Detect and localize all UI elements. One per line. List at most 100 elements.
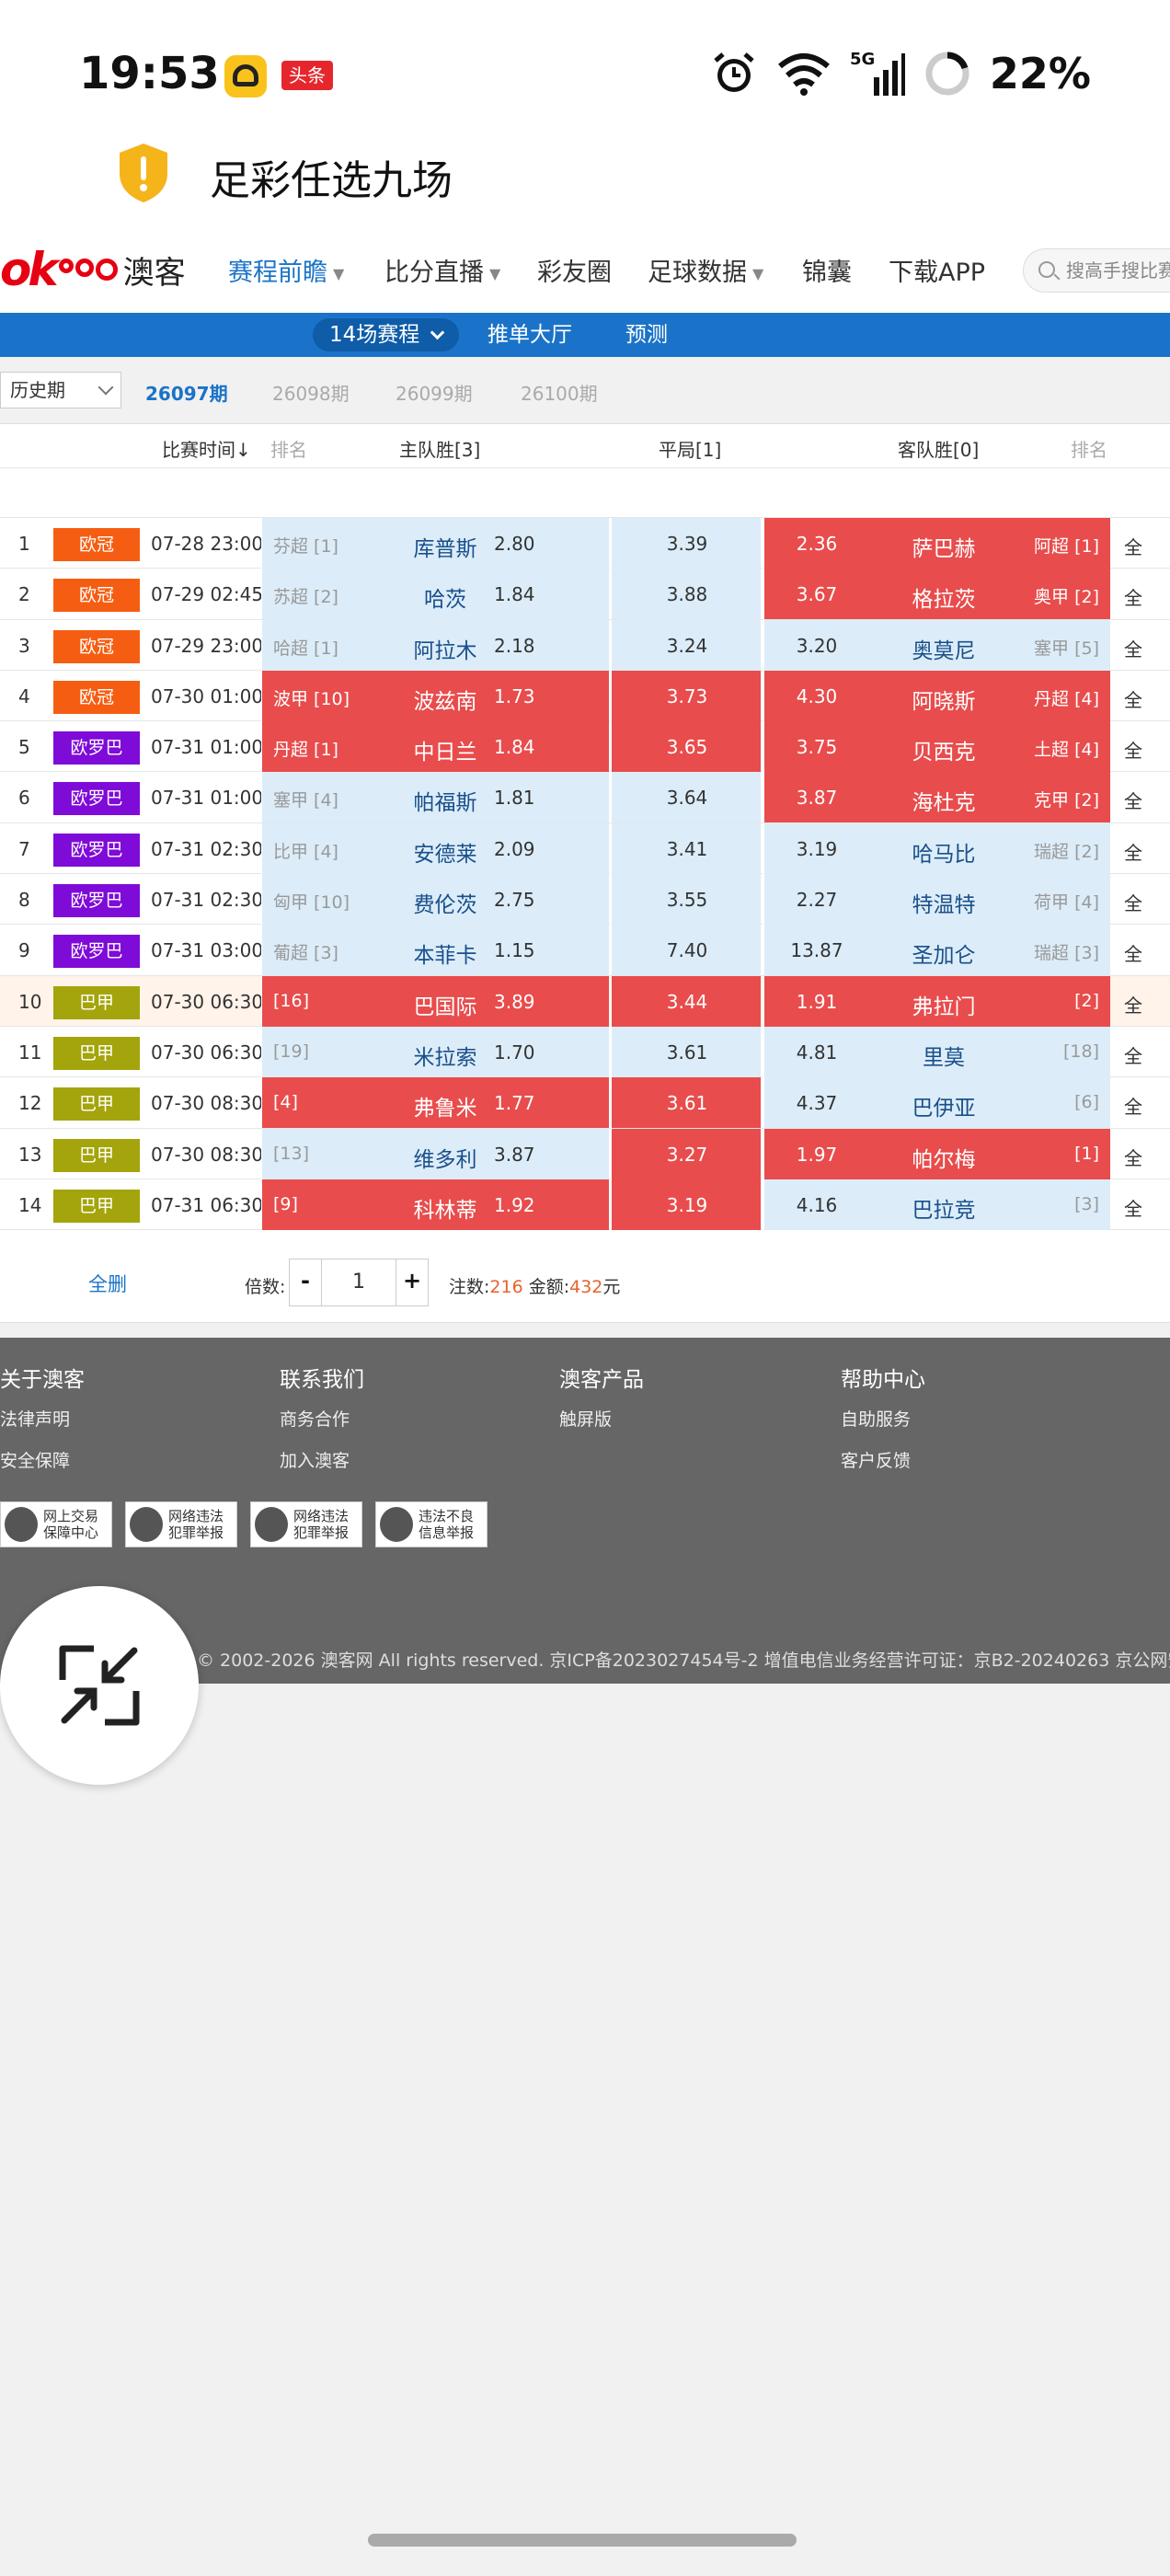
- history-period-select[interactable]: 历史期: [0, 372, 121, 408]
- nav-item-live-score[interactable]: 比分直播 ▼: [384, 252, 500, 288]
- select-all-button[interactable]: 全: [1124, 1092, 1142, 1119]
- tab-14-matches[interactable]: 14场赛程: [313, 318, 459, 351]
- home-win-option[interactable]: 葡超 [3] 本菲卡 1.15: [261, 925, 609, 976]
- select-all-button[interactable]: 全: [1124, 838, 1142, 865]
- draw-option[interactable]: 3.41: [610, 822, 761, 874]
- nav-item-schedule[interactable]: 赛程前瞻 ▼: [228, 252, 344, 288]
- plus-button[interactable]: +: [396, 1259, 428, 1305]
- draw-option[interactable]: 3.61: [610, 1026, 761, 1077]
- footer-link[interactable]: 安全保障: [0, 1447, 85, 1472]
- draw-odds: 3.73: [666, 684, 708, 707]
- select-all-button[interactable]: 全: [1124, 685, 1142, 712]
- trust-badge[interactable]: 网上交易 保障中心: [0, 1501, 112, 1547]
- draw-option[interactable]: 3.88: [610, 569, 761, 620]
- home-win-option[interactable]: 波甲 [10] 波兹南 1.73: [261, 670, 609, 721]
- trust-badge[interactable]: 网络违法 犯罪举报: [250, 1501, 362, 1547]
- select-all-button[interactable]: 全: [1124, 533, 1142, 559]
- home-win-option[interactable]: [9] 科林蒂 1.92: [261, 1179, 609, 1230]
- trust-badge[interactable]: 网络违法 犯罪举报: [125, 1501, 237, 1547]
- home-win-option[interactable]: 苏超 [2] 哈茨 1.84: [261, 569, 609, 620]
- select-all-button[interactable]: 全: [1124, 635, 1142, 661]
- multiplier-input[interactable]: 1: [321, 1259, 396, 1305]
- header-time[interactable]: 比赛时间↓: [162, 435, 251, 462]
- away-win-option[interactable]: 4.81 里莫 [18]: [763, 1026, 1110, 1077]
- select-all-button[interactable]: 全: [1124, 1041, 1142, 1068]
- draw-option[interactable]: 3.73: [610, 670, 761, 721]
- away-win-option[interactable]: 3.67 格拉茨 奥甲 [2]: [763, 569, 1110, 620]
- away-win-option[interactable]: 3.19 哈马比 瑞超 [2]: [763, 822, 1110, 874]
- draw-option[interactable]: 3.27: [610, 1128, 761, 1179]
- footer-link[interactable]: 加入澳客: [280, 1447, 364, 1472]
- status-bar: 19:53 头条 5G 22%: [0, 0, 1170, 147]
- select-all-button[interactable]: 全: [1124, 991, 1142, 1018]
- home-win-option[interactable]: [13] 维多利 3.87: [261, 1128, 609, 1179]
- away-win-option[interactable]: 4.16 巴拉竞 [3]: [763, 1179, 1110, 1230]
- draw-option[interactable]: 3.24: [610, 619, 761, 671]
- table-row: 13 巴甲 07-30 08:30 [13] 维多利 3.87 3.27 1.97 帕尔梅 [1]…: [0, 1128, 1170, 1179]
- footer-link[interactable]: 客户反馈: [841, 1447, 925, 1472]
- minus-button[interactable]: -: [290, 1259, 321, 1305]
- period-26097[interactable]: 26097期: [145, 379, 228, 406]
- select-all-button[interactable]: 全: [1124, 583, 1142, 610]
- draw-option[interactable]: 3.55: [610, 874, 761, 926]
- away-win-option[interactable]: 3.20 奥莫尼 塞甲 [5]: [763, 619, 1110, 671]
- draw-option[interactable]: 3.65: [610, 721, 761, 773]
- tab-prediction[interactable]: 预测: [625, 313, 668, 357]
- home-win-option[interactable]: [19] 米拉索 1.70: [261, 1026, 609, 1077]
- nav-item-download-app[interactable]: 下载APP: [889, 252, 985, 288]
- draw-option[interactable]: 3.39: [610, 518, 761, 569]
- footer-link[interactable]: 法律声明: [0, 1406, 85, 1431]
- draw-option[interactable]: 3.64: [610, 772, 761, 823]
- draw-odds: 3.24: [666, 634, 708, 657]
- select-all-button[interactable]: 全: [1124, 736, 1142, 763]
- home-indicator[interactable]: [368, 2534, 797, 2547]
- away-win-option[interactable]: 4.37 巴伊亚 [6]: [763, 1077, 1110, 1129]
- home-win-option[interactable]: 匈甲 [10] 费伦茨 2.75: [261, 874, 609, 926]
- period-26100[interactable]: 26100期: [521, 379, 598, 406]
- clear-all-button[interactable]: 全删: [88, 1270, 127, 1297]
- footer-link[interactable]: 自助服务: [841, 1406, 925, 1431]
- away-win-option[interactable]: 2.36 萨巴赫 阿超 [1]: [763, 518, 1110, 569]
- nav-item-tips[interactable]: 锦囊: [802, 252, 852, 288]
- amount-unit: 元: [602, 1277, 621, 1297]
- draw-option[interactable]: 7.40: [610, 925, 761, 976]
- away-win-option[interactable]: 1.91 弗拉门 [2]: [763, 975, 1110, 1027]
- nav-item-football-data[interactable]: 足球数据 ▼: [648, 252, 763, 288]
- home-win-option[interactable]: 丹超 [1] 中日兰 1.84: [261, 721, 609, 773]
- period-26098[interactable]: 26098期: [272, 379, 350, 406]
- home-odds: 1.15: [494, 939, 535, 962]
- away-win-option[interactable]: 2.27 特温特 荷甲 [4]: [763, 874, 1110, 926]
- period-26099[interactable]: 26099期: [396, 379, 473, 406]
- trust-badge[interactable]: 违法不良 信息举报: [375, 1501, 488, 1547]
- select-all-button[interactable]: 全: [1124, 939, 1142, 966]
- away-win-option[interactable]: 4.30 阿晓斯 丹超 [4]: [763, 670, 1110, 721]
- home-win-option[interactable]: 芬超 [1] 库普斯 2.80: [261, 518, 609, 569]
- minimize-float-button[interactable]: [0, 1586, 199, 1785]
- home-win-option[interactable]: [16] 巴国际 3.89: [261, 975, 609, 1027]
- away-win-option[interactable]: 3.87 海杜克 克甲 [2]: [763, 772, 1110, 823]
- away-win-option[interactable]: 1.97 帕尔梅 [1]: [763, 1128, 1110, 1179]
- match-time: 07-29 23:00: [151, 634, 264, 657]
- nav-item-community[interactable]: 彩友圈: [537, 252, 612, 288]
- select-all-button[interactable]: 全: [1124, 787, 1142, 813]
- match-index: 5: [18, 736, 30, 759]
- home-win-option[interactable]: [4] 弗鲁米 1.77: [261, 1077, 609, 1129]
- draw-option[interactable]: 3.19: [610, 1179, 761, 1230]
- shield-warning-icon: [120, 144, 167, 202]
- select-all-button[interactable]: 全: [1124, 1144, 1142, 1170]
- home-win-option[interactable]: 塞甲 [4] 帕福斯 1.81: [261, 772, 609, 823]
- okooo-logo[interactable]: ok 澳客: [0, 243, 186, 296]
- tab-recommend-hall[interactable]: 推单大厅: [488, 313, 572, 357]
- away-win-option[interactable]: 13.87 圣加仑 瑞超 [3]: [763, 925, 1110, 976]
- away-win-option[interactable]: 3.75 贝西克 土超 [4]: [763, 721, 1110, 773]
- draw-option[interactable]: 3.61: [610, 1077, 761, 1129]
- home-win-option[interactable]: 比甲 [4] 安德莱 2.09: [261, 822, 609, 874]
- home-win-option[interactable]: 哈超 [1] 阿拉木 2.18: [261, 619, 609, 671]
- draw-option[interactable]: 3.44: [610, 975, 761, 1027]
- footer-link[interactable]: 商务合作: [280, 1406, 364, 1431]
- select-all-button[interactable]: 全: [1124, 889, 1142, 915]
- search-input[interactable]: 搜高手搜比赛: [1023, 248, 1170, 293]
- report-e-icon: [380, 1507, 413, 1542]
- footer-link[interactable]: 触屏版: [559, 1406, 644, 1431]
- select-all-button[interactable]: 全: [1124, 1194, 1142, 1221]
